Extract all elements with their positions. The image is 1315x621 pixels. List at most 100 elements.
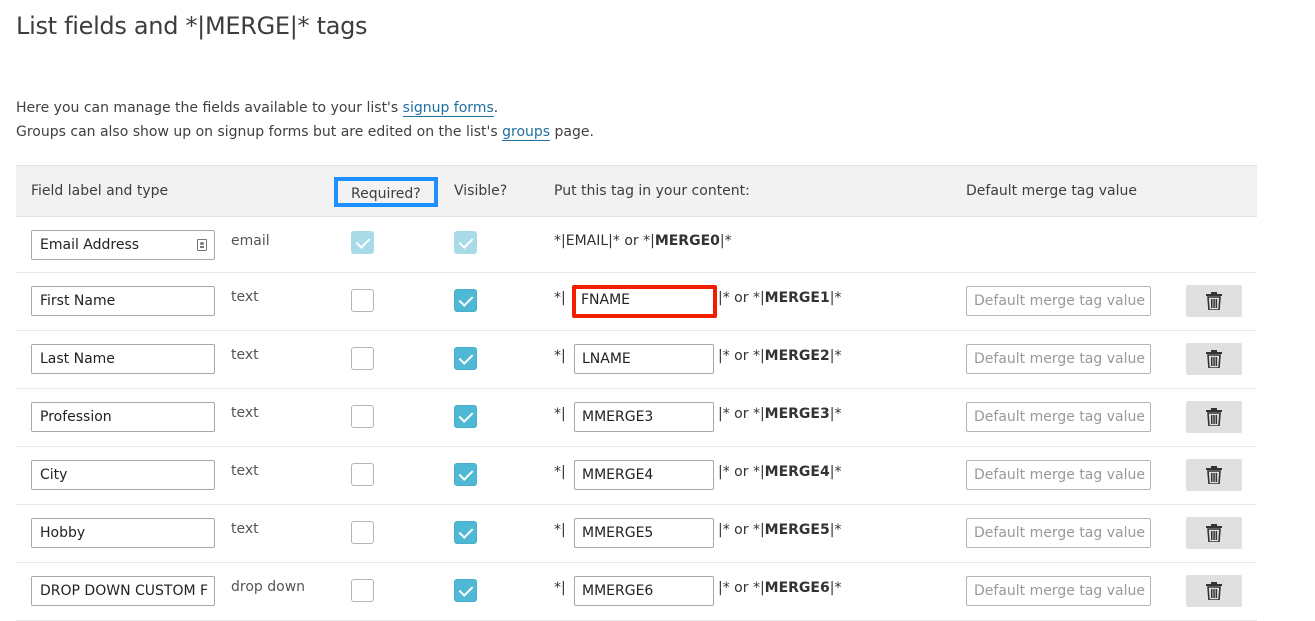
trash-icon xyxy=(1206,292,1222,310)
field-label-input[interactable]: DROP DOWN CUSTOM F xyxy=(31,576,215,606)
field-type: drop down xyxy=(231,579,306,595)
required-checkbox xyxy=(351,231,374,254)
merge-tag-input[interactable]: MMERGE6 xyxy=(574,576,714,606)
tag-suffix-2: |* xyxy=(829,348,842,364)
merge-number-tag: MERGE6 xyxy=(764,580,830,596)
tag-prefix: *| xyxy=(554,406,566,422)
tag-suffix: |* or *|MERGE6|* xyxy=(718,580,841,596)
tag-prefix: *| xyxy=(554,580,566,596)
tag-prefix: *| xyxy=(554,522,566,538)
page-title: List fields and *|MERGE|* tags xyxy=(16,12,368,40)
required-checkbox[interactable] xyxy=(351,405,374,428)
intro-line-1-end: . xyxy=(493,100,499,116)
tag-suffix-1: |* or *| xyxy=(718,580,765,596)
tag-suffix-1: |* or *| xyxy=(718,406,765,422)
delete-field-button[interactable] xyxy=(1186,575,1242,607)
delete-field-button[interactable] xyxy=(1186,459,1242,491)
field-type: text xyxy=(231,405,259,421)
delete-field-button[interactable] xyxy=(1186,343,1242,375)
default-value-input[interactable]: Default merge tag value xyxy=(966,576,1151,606)
table-row: Profession text *| MMERGE3 |* or *|MERGE3|* D… xyxy=(16,389,1257,447)
field-label-input[interactable]: City xyxy=(31,460,215,490)
groups-link[interactable]: groups xyxy=(502,124,551,141)
merge-number-tag: MERGE5 xyxy=(764,522,830,538)
tag-prefix: *| xyxy=(554,348,566,364)
tag-suffix: |* or *|MERGE3|* xyxy=(718,406,841,422)
intro-line-2-end: page. xyxy=(550,124,594,140)
field-label-input[interactable]: Last Name xyxy=(31,344,215,374)
table-row: First Name text *| FNAME |* or *|MERGE1|* Def… xyxy=(16,273,1257,331)
email-tag-part-1: *|EMAIL|* or *| xyxy=(554,233,655,249)
field-type: email xyxy=(231,233,270,249)
email-row: Email Address email *|EMAIL|* or *|MERGE… xyxy=(16,217,1257,273)
required-checkbox[interactable] xyxy=(351,347,374,370)
trash-icon xyxy=(1206,466,1222,484)
tag-suffix-1: |* or *| xyxy=(718,522,765,538)
tag-suffix-2: |* xyxy=(829,406,842,422)
tag-suffix: |* or *|MERGE4|* xyxy=(718,464,841,480)
merge-number-tag: MERGE1 xyxy=(764,290,830,306)
tag-suffix-2: |* xyxy=(829,580,842,596)
merge-tag-input[interactable]: MMERGE4 xyxy=(574,460,714,490)
merge-number-tag: MERGE3 xyxy=(764,406,830,422)
email-tag-text: *|EMAIL|* or *|MERGE0|* xyxy=(554,233,732,249)
tag-prefix: *| xyxy=(554,290,566,306)
tag-suffix-2: |* xyxy=(829,290,842,306)
visible-checkbox[interactable] xyxy=(454,347,477,370)
merge-tag-input[interactable]: MMERGE5 xyxy=(574,518,714,548)
merge-tag-input[interactable]: FNAME xyxy=(572,285,717,318)
trash-icon xyxy=(1206,582,1222,600)
visible-checkbox[interactable] xyxy=(454,463,477,486)
field-rows: First Name text *| FNAME |* or *|MERGE1|* Def… xyxy=(16,273,1257,621)
visible-checkbox[interactable] xyxy=(454,521,477,544)
default-value-input[interactable]: Default merge tag value xyxy=(966,286,1151,316)
intro-line-2: Groups can also show up on signup forms … xyxy=(16,120,594,144)
tag-suffix-2: |* xyxy=(829,522,842,538)
email-tag-merge: MERGE0 xyxy=(654,233,720,249)
trash-icon xyxy=(1206,350,1222,368)
email-label-value: Email Address xyxy=(40,237,140,253)
default-value-input[interactable]: Default merge tag value xyxy=(966,402,1151,432)
visible-checkbox[interactable] xyxy=(454,289,477,312)
required-checkbox[interactable] xyxy=(351,463,374,486)
field-label-input[interactable]: Profession xyxy=(31,402,215,432)
default-value-input[interactable]: Default merge tag value xyxy=(966,344,1151,374)
header-tag: Put this tag in your content: xyxy=(554,183,750,199)
merge-number-tag: MERGE4 xyxy=(764,464,830,480)
required-checkbox[interactable] xyxy=(351,579,374,602)
table-row: Last Name text *| LNAME |* or *|MERGE2|* Defa… xyxy=(16,331,1257,389)
tag-suffix-1: |* or *| xyxy=(718,348,765,364)
intro-line-2-text: Groups can also show up on signup forms … xyxy=(16,124,503,140)
tag-prefix: *| xyxy=(554,464,566,480)
default-value-input[interactable]: Default merge tag value xyxy=(966,460,1151,490)
visible-checkbox[interactable] xyxy=(454,405,477,428)
table-header: Field label and type Required? Visible? … xyxy=(16,165,1257,217)
merge-tag-input[interactable]: LNAME xyxy=(574,344,714,374)
tag-suffix-2: |* xyxy=(829,464,842,480)
required-checkbox[interactable] xyxy=(351,289,374,312)
delete-field-button[interactable] xyxy=(1186,401,1242,433)
email-label-input[interactable]: Email Address xyxy=(31,230,215,260)
field-type: text xyxy=(231,521,259,537)
required-checkbox[interactable] xyxy=(351,521,374,544)
intro-text: Here you can manage the fields available… xyxy=(16,96,594,144)
table-row: City text *| MMERGE4 |* or *|MERGE4|* Default… xyxy=(16,447,1257,505)
tag-suffix: |* or *|MERGE1|* xyxy=(718,290,841,306)
visible-checkbox[interactable] xyxy=(454,579,477,602)
field-label-input[interactable]: Hobby xyxy=(31,518,215,548)
delete-field-button[interactable] xyxy=(1186,285,1242,317)
signup-forms-link[interactable]: signup forms xyxy=(402,100,494,117)
trash-icon xyxy=(1206,408,1222,426)
default-value-input[interactable]: Default merge tag value xyxy=(966,518,1151,548)
delete-field-button[interactable] xyxy=(1186,517,1242,549)
table-row: Hobby text *| MMERGE5 |* or *|MERGE5|* Defaul… xyxy=(16,505,1257,563)
tag-suffix: |* or *|MERGE5|* xyxy=(718,522,841,538)
field-label-input[interactable]: First Name xyxy=(31,286,215,316)
merge-number-tag: MERGE2 xyxy=(764,348,830,364)
header-required: Required? xyxy=(334,177,438,207)
header-default-value: Default merge tag value xyxy=(966,183,1137,199)
merge-tag-input[interactable]: MMERGE3 xyxy=(574,402,714,432)
intro-line-1: Here you can manage the fields available… xyxy=(16,96,594,120)
tag-suffix-1: |* or *| xyxy=(718,290,765,306)
header-visible: Visible? xyxy=(454,183,508,199)
